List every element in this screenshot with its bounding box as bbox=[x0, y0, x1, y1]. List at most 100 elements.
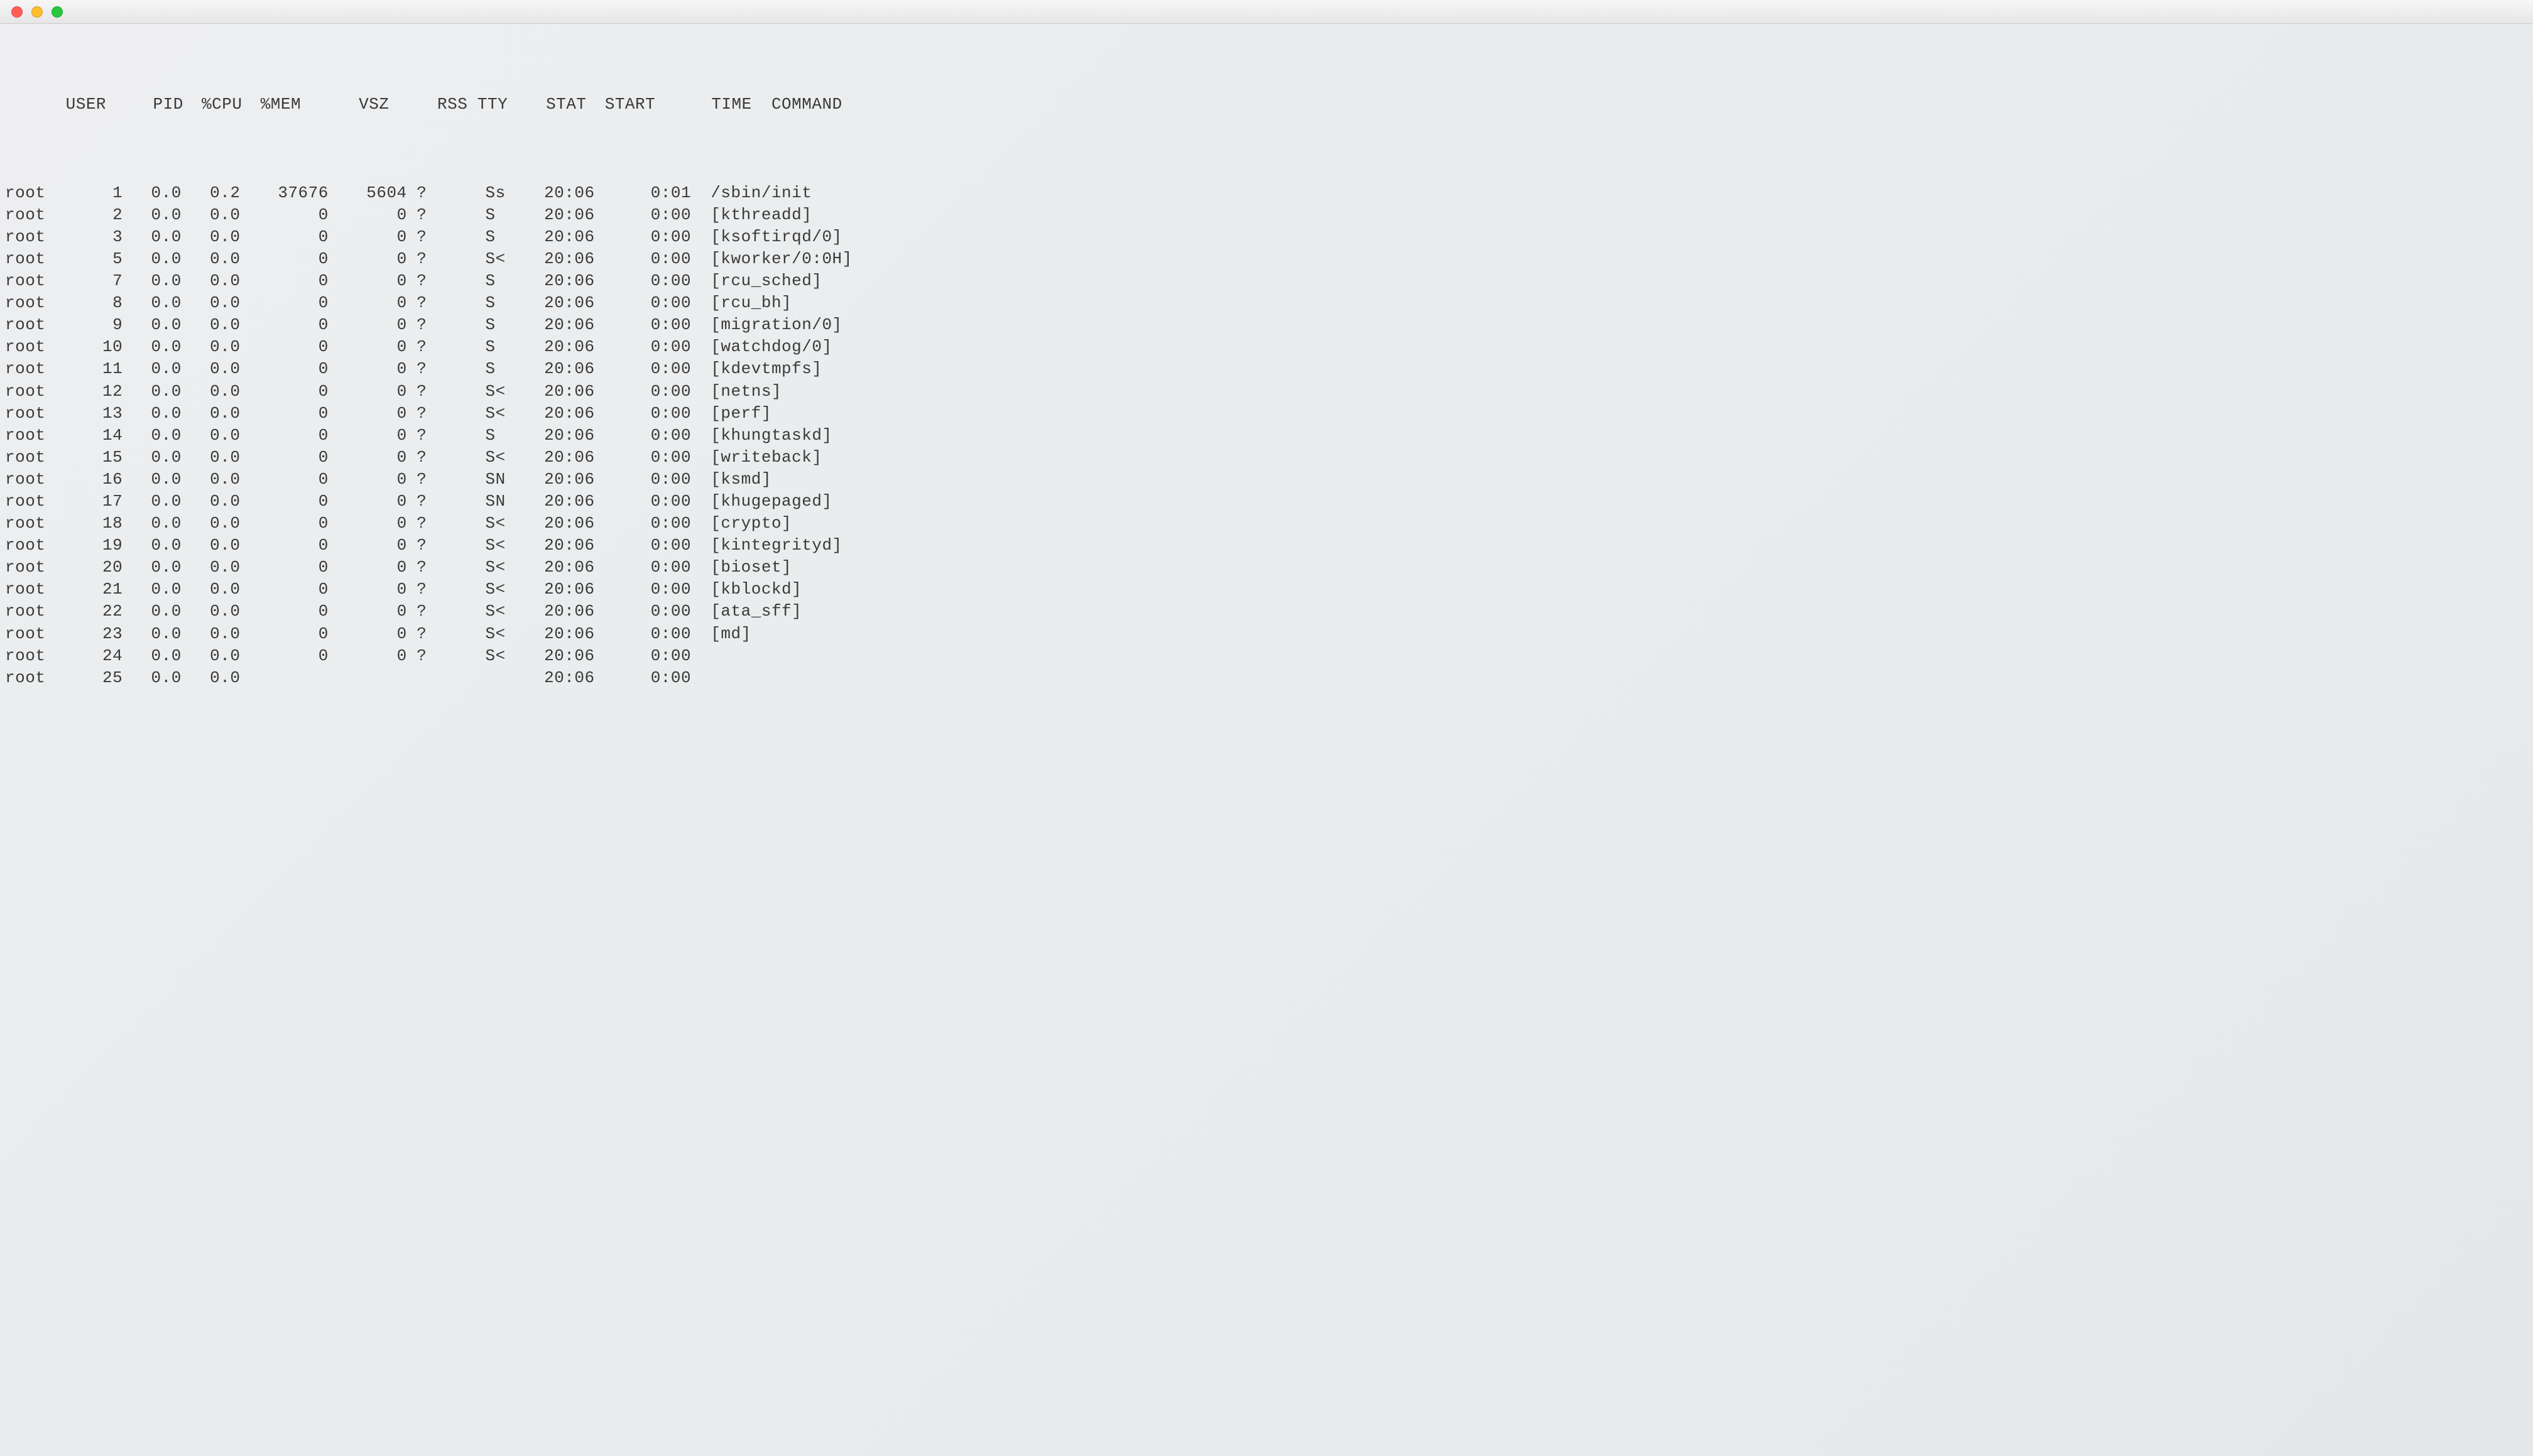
cell-time: 0:00 bbox=[613, 579, 691, 600]
cell-user: root bbox=[5, 491, 64, 513]
cell-time: 0:00 bbox=[613, 600, 691, 622]
cell-rss: 0 bbox=[329, 557, 407, 579]
cell-pid: 23 bbox=[64, 623, 123, 645]
cell-pid: 17 bbox=[64, 491, 123, 513]
cell-pid: 19 bbox=[64, 535, 123, 557]
cell-user: root bbox=[5, 645, 64, 667]
process-row: root100.00.000?S20:060:00[watchdog/0] bbox=[5, 336, 2528, 358]
cell-start: 20:06 bbox=[525, 513, 613, 535]
cell-pid: 14 bbox=[64, 425, 123, 447]
cell-start: 20:06 bbox=[525, 447, 613, 469]
cell-stat: S< bbox=[446, 513, 525, 535]
window-titlebar bbox=[0, 0, 2533, 24]
cell-vsz: 0 bbox=[240, 226, 328, 248]
cell-vsz: 0 bbox=[240, 336, 328, 358]
cell-command: [kdevtmpfs] bbox=[691, 358, 822, 380]
cell-cpu: 0.0 bbox=[123, 204, 182, 226]
cell-command: [migration/0] bbox=[691, 314, 842, 336]
cell-vsz: 0 bbox=[240, 447, 328, 469]
cell-mem: 0.0 bbox=[182, 226, 241, 248]
cell-cpu: 0.0 bbox=[123, 535, 182, 557]
cell-mem: 0.0 bbox=[182, 292, 241, 314]
cell-rss: 0 bbox=[329, 469, 407, 491]
cell-rss: 0 bbox=[329, 447, 407, 469]
cell-stat: S< bbox=[446, 623, 525, 645]
cell-stat: SN bbox=[446, 491, 525, 513]
window-minimize-button[interactable] bbox=[31, 6, 43, 18]
cell-command: [khungtaskd] bbox=[691, 425, 832, 447]
cell-tty: ? bbox=[407, 469, 446, 491]
cell-command: [kblockd] bbox=[691, 579, 802, 600]
cell-command: [ata_sff] bbox=[691, 600, 802, 622]
cell-vsz: 0 bbox=[240, 513, 328, 535]
col-command: COMMAND bbox=[752, 94, 842, 116]
cell-rss: 0 bbox=[329, 579, 407, 600]
process-row: root160.00.000?SN20:060:00[ksmd] bbox=[5, 469, 2528, 491]
col-pid: PID bbox=[124, 94, 183, 116]
cell-tty: ? bbox=[407, 314, 446, 336]
cell-start: 20:06 bbox=[525, 381, 613, 403]
cell-command: [crypto] bbox=[691, 513, 792, 535]
cell-rss: 0 bbox=[329, 358, 407, 380]
cell-tty: ? bbox=[407, 425, 446, 447]
cell-time: 0:00 bbox=[613, 469, 691, 491]
cell-stat: S< bbox=[446, 403, 525, 425]
cell-vsz: 0 bbox=[240, 381, 328, 403]
cell-time: 0:00 bbox=[613, 623, 691, 645]
cell-mem: 0.0 bbox=[182, 535, 241, 557]
cell-start: 20:06 bbox=[525, 336, 613, 358]
cell-tty: ? bbox=[407, 579, 446, 600]
cell-start: 20:06 bbox=[525, 491, 613, 513]
cell-user: root bbox=[5, 425, 64, 447]
cell-pid: 25 bbox=[64, 667, 123, 689]
cell-tty: ? bbox=[407, 182, 446, 204]
process-row: root130.00.000?S<20:060:00[perf] bbox=[5, 403, 2528, 425]
cell-tty: ? bbox=[407, 513, 446, 535]
cell-tty: ? bbox=[407, 557, 446, 579]
cell-time: 0:00 bbox=[613, 226, 691, 248]
cell-vsz: 0 bbox=[240, 535, 328, 557]
cell-start: 20:06 bbox=[525, 535, 613, 557]
cell-start: 20:06 bbox=[525, 623, 613, 645]
window-close-button[interactable] bbox=[11, 6, 23, 18]
cell-command: [watchdog/0] bbox=[691, 336, 832, 358]
cell-user: root bbox=[5, 292, 64, 314]
cell-user: root bbox=[5, 314, 64, 336]
cell-rss: 0 bbox=[329, 645, 407, 667]
cell-cpu: 0.0 bbox=[123, 491, 182, 513]
cell-pid: 3 bbox=[64, 226, 123, 248]
terminal-output[interactable]: USERPID%CPU%MEMVSZRSSTTYSTATSTARTTIMECOM… bbox=[0, 24, 2533, 737]
cell-time: 0:00 bbox=[613, 645, 691, 667]
cell-vsz: 0 bbox=[240, 623, 328, 645]
process-row: root120.00.000?S<20:060:00[netns] bbox=[5, 381, 2528, 403]
cell-mem: 0.0 bbox=[182, 270, 241, 292]
cell-start: 20:06 bbox=[525, 248, 613, 270]
cell-mem: 0.0 bbox=[182, 491, 241, 513]
cell-rss: 0 bbox=[329, 292, 407, 314]
cell-rss: 0 bbox=[329, 623, 407, 645]
cell-time: 0:01 bbox=[613, 182, 691, 204]
cell-rss: 0 bbox=[329, 403, 407, 425]
cell-cpu: 0.0 bbox=[123, 381, 182, 403]
cell-rss: 0 bbox=[329, 314, 407, 336]
cell-start: 20:06 bbox=[525, 645, 613, 667]
cell-mem: 0.0 bbox=[182, 579, 241, 600]
cell-user: root bbox=[5, 600, 64, 622]
cell-command: [rcu_sched] bbox=[691, 270, 822, 292]
cell-stat: S bbox=[446, 336, 525, 358]
cell-mem: 0.0 bbox=[182, 336, 241, 358]
cell-stat: S< bbox=[446, 248, 525, 270]
cell-command: [perf] bbox=[691, 403, 771, 425]
cell-stat: S< bbox=[446, 381, 525, 403]
cell-cpu: 0.0 bbox=[123, 270, 182, 292]
cell-stat: S< bbox=[446, 579, 525, 600]
cell-vsz: 0 bbox=[240, 645, 328, 667]
process-row: root150.00.000?S<20:060:00[writeback] bbox=[5, 447, 2528, 469]
cell-rss: 0 bbox=[329, 491, 407, 513]
cell-start: 20:06 bbox=[525, 270, 613, 292]
cell-command: [khugepaged] bbox=[691, 491, 832, 513]
cell-time: 0:00 bbox=[613, 381, 691, 403]
cell-time: 0:00 bbox=[613, 314, 691, 336]
cell-vsz: 0 bbox=[240, 314, 328, 336]
window-zoom-button[interactable] bbox=[52, 6, 63, 18]
